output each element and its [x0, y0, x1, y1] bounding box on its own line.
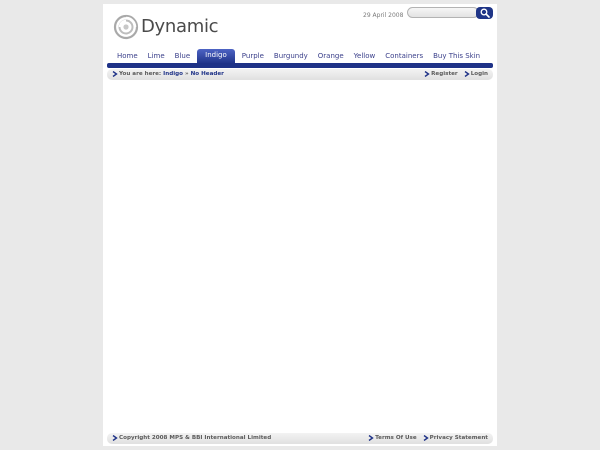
user-links: Register Login — [424, 71, 488, 77]
footer-bar: Copyright 2008 MPS & BBI International L… — [107, 433, 493, 444]
breadcrumb-separator: » — [185, 71, 189, 77]
arrow-right-icon — [423, 435, 429, 441]
search-button[interactable] — [476, 7, 493, 19]
arrow-right-icon — [464, 71, 470, 77]
breadcrumb: You are here: Indigo » No Header — [112, 71, 224, 77]
nav-item-home[interactable]: Home — [112, 50, 143, 64]
terms-of-use-link[interactable]: Terms Of Use — [375, 435, 417, 441]
copyright-text: Copyright 2008 MPS & BBI International L… — [119, 435, 272, 441]
nav-underline-bar — [107, 63, 493, 68]
footer-copyright-area: Copyright 2008 MPS & BBI International L… — [112, 435, 271, 441]
arrow-right-icon — [112, 435, 118, 441]
footer-links: Terms Of Use Privacy Statement — [368, 435, 488, 441]
nav-item-burgundy[interactable]: Burgundy — [269, 50, 313, 64]
swirl-logo-icon — [113, 14, 139, 40]
main-nav: Home Lime Blue Indigo Purple Burgundy Or… — [112, 46, 485, 64]
nav-item-indigo[interactable]: Indigo — [197, 49, 235, 64]
arrow-right-icon — [424, 71, 430, 77]
login-link[interactable]: Login — [471, 71, 488, 77]
breadcrumb-item-no-header[interactable]: No Header — [191, 71, 224, 77]
breadcrumb-prefix: You are here: — [119, 71, 162, 77]
arrow-right-icon — [112, 71, 118, 77]
register-link[interactable]: Register — [431, 71, 458, 77]
breadcrumb-bar: You are here: Indigo » No Header Registe… — [107, 69, 493, 80]
breadcrumb-item-indigo[interactable]: Indigo — [163, 71, 183, 77]
page-container: Dynamic 29 April 2008 Home Lime Blue Ind… — [103, 4, 497, 446]
arrow-right-icon — [368, 435, 374, 441]
search-icon — [480, 8, 490, 18]
nav-item-blue[interactable]: Blue — [170, 50, 196, 64]
nav-item-yellow[interactable]: Yellow — [349, 50, 381, 64]
search-input[interactable] — [407, 7, 479, 18]
nav-item-orange[interactable]: Orange — [313, 50, 349, 64]
nav-item-lime[interactable]: Lime — [143, 50, 170, 64]
nav-item-containers[interactable]: Containers — [380, 50, 428, 64]
current-date: 29 April 2008 — [363, 12, 404, 19]
privacy-statement-link[interactable]: Privacy Statement — [430, 435, 488, 441]
nav-item-purple[interactable]: Purple — [237, 50, 269, 64]
logo[interactable]: Dynamic — [113, 11, 219, 43]
logo-text: Dynamic — [141, 16, 219, 37]
nav-item-buy-this-skin[interactable]: Buy This Skin — [428, 50, 485, 64]
